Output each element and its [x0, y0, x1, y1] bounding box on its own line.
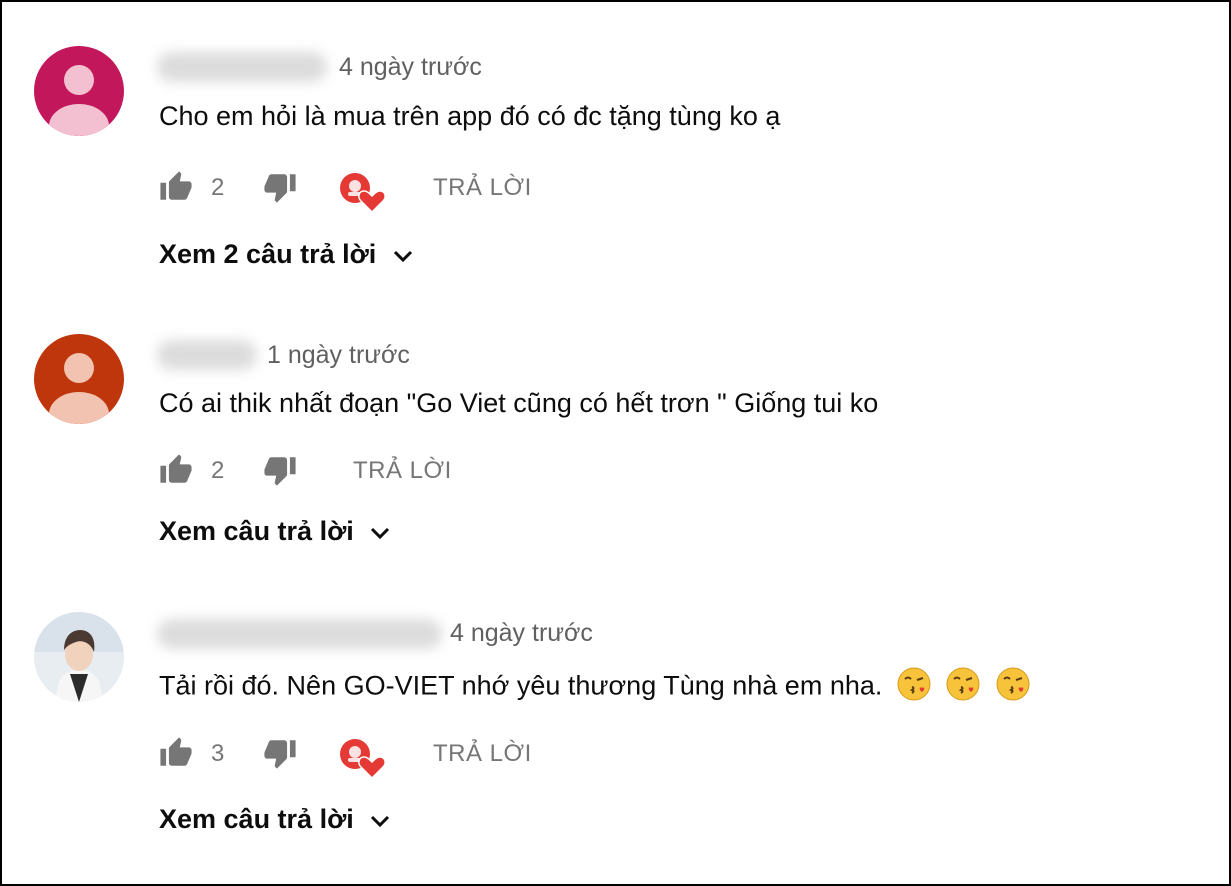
thumbs-down-icon — [264, 174, 296, 203]
avatar[interactable] — [34, 46, 124, 136]
author-name-blurred[interactable] — [157, 619, 442, 649]
like-count: 2 — [211, 174, 225, 201]
thumbs-down-icon — [264, 740, 296, 769]
thumbs-up-icon — [160, 171, 192, 200]
view-replies-button[interactable]: Xem câu trả lời — [159, 516, 391, 547]
comment-timestamp[interactable]: 4 ngày trước — [450, 619, 593, 648]
chevron-down-icon — [371, 527, 390, 539]
like-count: 2 — [211, 457, 225, 484]
creator-heart-icon — [340, 739, 386, 780]
creator-heart[interactable] — [339, 738, 387, 787]
creator-heart-icon — [340, 173, 386, 214]
reply-button[interactable]: TRẢ LỜI — [433, 740, 532, 768]
comment-text: Tải rồi đó. Nên GO-VIET nhớ yêu thương T… — [159, 666, 1031, 709]
author-name-blurred[interactable] — [157, 340, 257, 370]
creator-heart[interactable] — [339, 172, 387, 221]
thumbs-up-icon — [160, 737, 192, 766]
view-replies-button[interactable]: Xem 2 câu trả lời — [159, 239, 414, 270]
like-count: 3 — [211, 740, 225, 767]
comment-timestamp[interactable]: 1 ngày trước — [267, 341, 410, 370]
dislike-button[interactable] — [263, 170, 297, 209]
reply-button[interactable]: TRẢ LỜI — [433, 174, 532, 202]
comment-text: Cho em hỏi là mua trên app đó có đc tặng… — [159, 101, 781, 131]
chevron-down-icon — [393, 250, 412, 262]
kissing-face-icon — [995, 666, 1031, 709]
view-replies-button[interactable]: Xem câu trả lời — [159, 804, 391, 835]
avatar[interactable] — [34, 612, 124, 702]
reply-button[interactable]: TRẢ LỜI — [353, 457, 452, 485]
thumbs-up-icon — [160, 454, 192, 483]
comment-timestamp[interactable]: 4 ngày trước — [339, 53, 482, 82]
view-replies-label: Xem 2 câu trả lời — [159, 239, 377, 269]
view-replies-label: Xem câu trả lời — [159, 516, 354, 546]
chevron-down-icon — [371, 815, 390, 827]
dislike-button[interactable] — [263, 736, 297, 775]
like-button[interactable] — [159, 736, 193, 775]
comment-text-body: Tải rồi đó. Nên GO-VIET nhớ yêu thương T… — [159, 670, 883, 701]
author-name-blurred[interactable] — [157, 52, 327, 82]
avatar[interactable] — [34, 334, 124, 424]
comment-text: Có ai thik nhất đoạn "Go Viet cũng có hế… — [159, 388, 879, 418]
thumbs-down-icon — [264, 457, 296, 486]
dislike-button[interactable] — [263, 453, 297, 492]
like-button[interactable] — [159, 453, 193, 492]
kissing-face-icon — [896, 666, 932, 709]
comments-panel: 4 ngày trước Cho em hỏi là mua trên app … — [0, 0, 1231, 886]
kissing-face-icon — [945, 666, 981, 709]
view-replies-label: Xem câu trả lời — [159, 804, 354, 834]
like-button[interactable] — [159, 170, 193, 209]
